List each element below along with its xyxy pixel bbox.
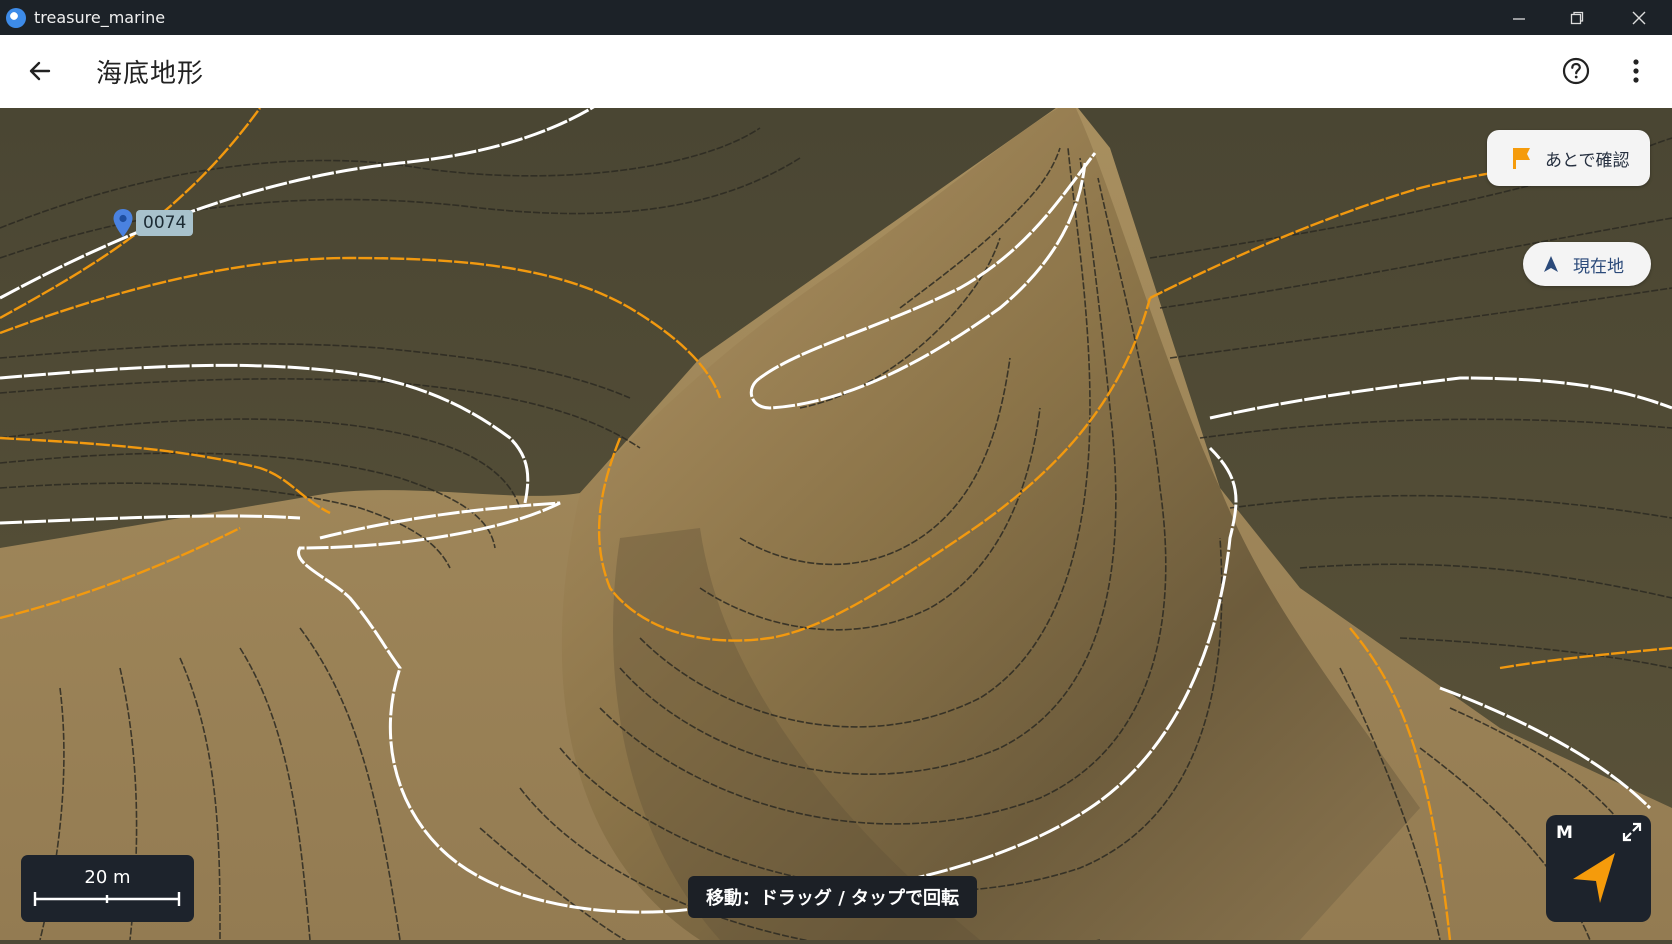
terrain-surface — [0, 98, 1672, 944]
help-circle-icon — [1562, 57, 1590, 85]
app-logo-icon — [6, 7, 26, 28]
close-icon[interactable] — [1610, 0, 1668, 35]
restore-icon[interactable] — [1548, 0, 1606, 35]
map-mode-label: M — [1556, 823, 1573, 843]
help-button[interactable] — [1554, 49, 1598, 93]
arrow-left-icon — [29, 61, 51, 81]
window-title: treasure_marine — [34, 8, 166, 27]
minimize-icon[interactable] — [1490, 0, 1548, 35]
marker-label: 0074 — [136, 210, 194, 236]
more-options-button[interactable] — [1614, 49, 1658, 93]
scale-bar: 20 m — [21, 855, 194, 922]
back-button[interactable] — [18, 49, 62, 93]
window-titlebar: treasure_marine — [0, 0, 1672, 35]
flag-icon — [1513, 148, 1530, 169]
scale-ruler — [33, 892, 181, 906]
map-pin-icon — [113, 209, 133, 237]
check-later-label: あとで確認 — [1545, 150, 1630, 171]
more-vertical-icon — [1633, 59, 1639, 83]
gesture-hint: 移動：ドラッグ / タップで回転 — [688, 876, 977, 918]
app-bar: 海底地形 — [0, 35, 1672, 108]
navigation-arrow-icon — [1544, 256, 1558, 272]
heading-arrow-icon — [1573, 853, 1615, 903]
current-location-label: 現在地 — [1573, 256, 1624, 277]
current-location-button[interactable]: 現在地 — [1523, 242, 1651, 286]
check-later-button[interactable]: あとで確認 — [1487, 130, 1650, 186]
expand-icon[interactable] — [1621, 821, 1643, 843]
page-title: 海底地形 — [96, 59, 205, 89]
compass-widget[interactable]: M — [1546, 815, 1651, 922]
map-marker[interactable]: 0074 — [112, 208, 194, 238]
terrain-map-view[interactable]: 0074 あとで確認 現在地 20 m 移動：ドラッグ / タップで回転 M — [0, 98, 1672, 944]
